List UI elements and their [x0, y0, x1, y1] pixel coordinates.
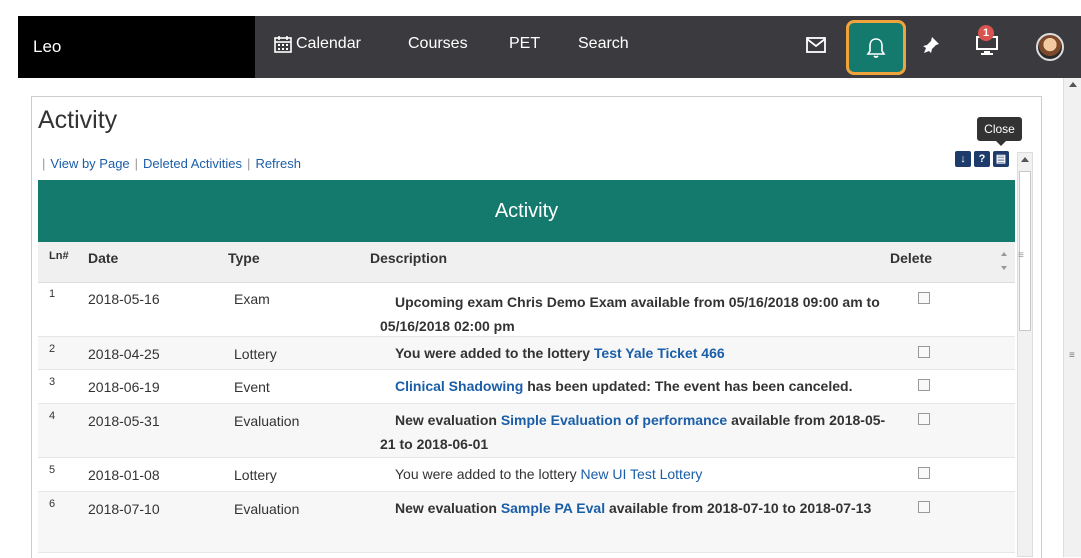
row-link[interactable]: Sample PA Eval: [501, 500, 605, 516]
print-icon[interactable]: ▤: [993, 151, 1009, 167]
refresh-link[interactable]: Refresh: [255, 156, 301, 171]
mail-button[interactable]: [802, 30, 830, 60]
notifications-button[interactable]: [846, 20, 906, 75]
delete-checkbox[interactable]: [918, 501, 930, 513]
row-description: Upcoming exam Chris Demo Exam available …: [380, 294, 880, 334]
table-scroll-up-icon[interactable]: [1021, 157, 1029, 162]
row-description: You were added to the lottery New UI Tes…: [395, 466, 703, 482]
column-grip-icon: ≡: [1018, 250, 1024, 261]
column-type[interactable]: Type: [228, 250, 260, 266]
close-tooltip[interactable]: Close: [977, 117, 1022, 146]
row-date: 2018-01-08: [88, 467, 160, 483]
delete-checkbox[interactable]: [918, 467, 930, 479]
row-ln: 5: [49, 464, 56, 476]
envelope-icon: [806, 37, 826, 53]
row-type: Lottery: [234, 467, 277, 483]
row-description: Clinical Shadowing has been updated: The…: [395, 378, 853, 394]
column-description[interactable]: Description: [370, 250, 447, 266]
delete-checkbox[interactable]: [918, 346, 930, 358]
brand-name[interactable]: Leo: [18, 16, 255, 78]
row-link[interactable]: New UI Test Lottery: [581, 466, 703, 482]
column-delete[interactable]: Delete: [890, 250, 932, 266]
page-scrollbar[interactable]: ≡: [1063, 78, 1081, 557]
notification-count-badge: 1: [978, 25, 994, 41]
pin-icon: [923, 37, 939, 53]
nav-pet[interactable]: PET: [509, 16, 540, 72]
row-description: New evaluation Simple Evaluation of perf…: [380, 412, 886, 452]
row-type: Evaluation: [234, 413, 300, 429]
row-date: 2018-07-10: [88, 501, 160, 517]
table-row: 4 2018-05-31 Evaluation New evaluation S…: [38, 404, 1015, 458]
row-ln: 6: [49, 498, 56, 510]
row-ln: 3: [49, 376, 56, 388]
row-ln: 2: [49, 343, 56, 355]
table-title: Activity: [38, 180, 1015, 242]
activity-links: | View by Page | Deleted Activities | Refresh: [42, 156, 301, 171]
scroll-grip-icon: ≡: [1069, 350, 1075, 361]
delete-checkbox[interactable]: [918, 413, 930, 425]
table-scrollbar[interactable]: [1017, 152, 1033, 557]
delete-checkbox[interactable]: [918, 292, 930, 304]
header-sort-arrows[interactable]: [995, 246, 1015, 276]
calendar-icon: [274, 35, 292, 53]
download-icon[interactable]: ↓: [955, 151, 971, 167]
table-row: 5 2018-01-08 Lottery You were added to t…: [38, 458, 1015, 492]
row-type: Exam: [234, 291, 270, 307]
activity-rows: 1 2018-05-16 Exam Upcoming exam Chris De…: [38, 282, 1015, 553]
sort-down-icon: [1001, 266, 1007, 270]
row-description: New evaluation Sample PA Eval available …: [395, 500, 872, 516]
row-date: 2018-05-31: [88, 413, 160, 429]
row-link[interactable]: Test Yale Ticket 466: [594, 345, 725, 361]
row-link[interactable]: Simple Evaluation of performance: [501, 412, 727, 428]
row-date: 2018-04-25: [88, 346, 160, 362]
deleted-activities-link[interactable]: Deleted Activities: [143, 156, 242, 171]
toolbar-icons: ↓ ? ▤: [955, 151, 1009, 167]
scroll-up-icon[interactable]: [1069, 82, 1077, 87]
nav-courses[interactable]: Courses: [408, 16, 468, 72]
help-icon[interactable]: ?: [974, 151, 990, 167]
nav-calendar-label: Calendar: [296, 35, 361, 52]
column-date[interactable]: Date: [88, 250, 118, 266]
row-description: You were added to the lottery Test Yale …: [395, 345, 725, 361]
delete-checkbox[interactable]: [918, 379, 930, 391]
table-row: 1 2018-05-16 Exam Upcoming exam Chris De…: [38, 282, 1015, 337]
row-date: 2018-06-19: [88, 379, 160, 395]
user-avatar[interactable]: [1036, 33, 1064, 61]
row-type: Lottery: [234, 346, 277, 362]
row-date: 2018-05-16: [88, 291, 160, 307]
nav-search[interactable]: Search: [578, 16, 629, 72]
row-link[interactable]: Clinical Shadowing: [395, 378, 523, 394]
column-ln[interactable]: Ln#: [49, 250, 69, 262]
row-ln: 1: [49, 288, 56, 300]
table-row: 6 2018-07-10 Evaluation New evaluation S…: [38, 492, 1015, 553]
table-row: 3 2018-06-19 Event Clinical Shadowing ha…: [38, 370, 1015, 404]
view-by-page-link[interactable]: View by Page: [50, 156, 129, 171]
top-navbar: Leo Calendar Courses PET Search 1: [18, 16, 1081, 78]
page-title: Activity: [38, 106, 118, 134]
row-ln: 4: [49, 410, 56, 422]
sort-up-icon: [1001, 252, 1007, 256]
nav-calendar[interactable]: Calendar: [274, 16, 361, 72]
bell-icon: [866, 37, 886, 58]
row-type: Event: [234, 379, 270, 395]
table-column-headers: Ln# Date Type Description Delete ≡: [38, 242, 1024, 283]
row-type: Evaluation: [234, 501, 300, 517]
pin-button[interactable]: [917, 30, 945, 60]
table-row: 2 2018-04-25 Lottery You were added to t…: [38, 337, 1015, 370]
